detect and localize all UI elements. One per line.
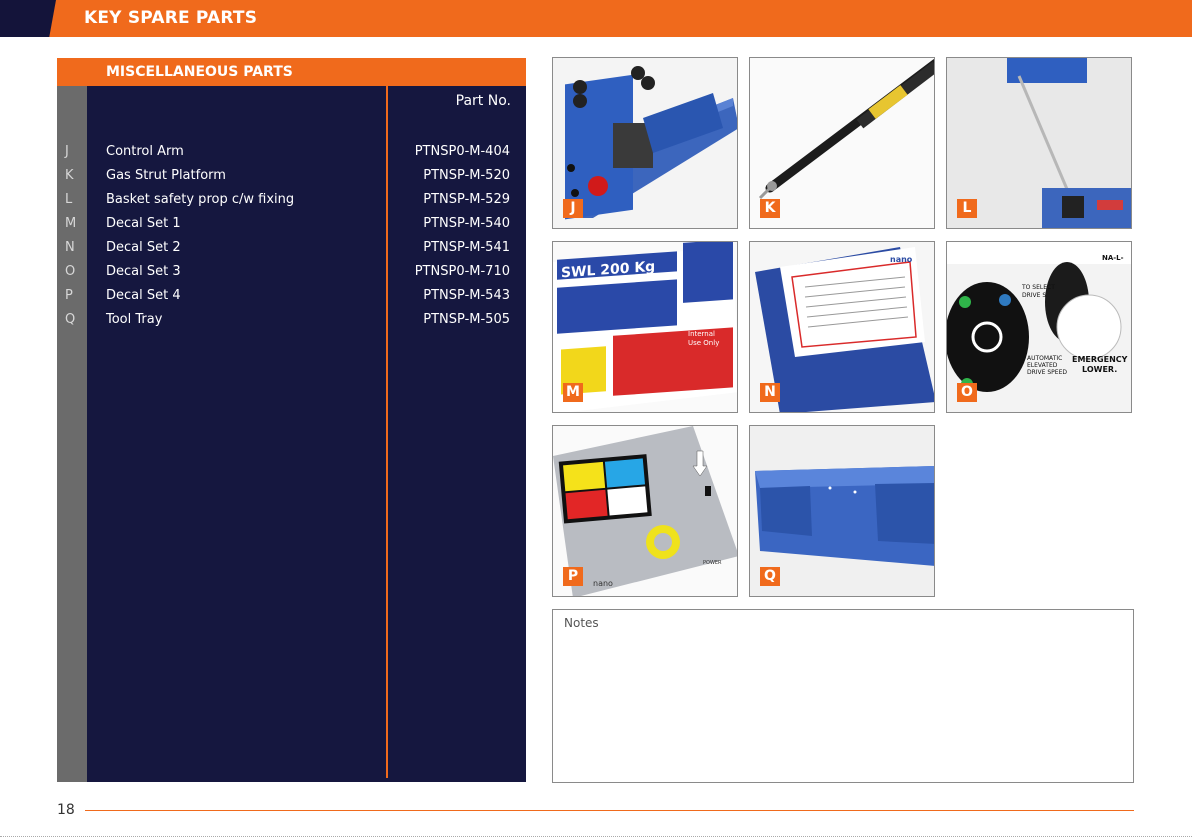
image-label-badge: M	[563, 383, 583, 402]
row-name: Basket safety prop c/w fixing	[106, 192, 295, 207]
image-gas-strut: K	[749, 57, 935, 229]
decal-internal-text: Internal	[688, 330, 715, 338]
decal-to-select-text: TO SELECT	[1021, 284, 1055, 291]
row-letter: O	[65, 264, 76, 279]
row-letter: N	[65, 240, 75, 255]
table-row: N Decal Set 2 PTNSP-M-541	[57, 240, 526, 264]
decal-brand-text: nano	[890, 255, 913, 264]
row-letter: L	[65, 192, 73, 207]
row-name: Decal Set 3	[106, 264, 181, 279]
header-tab	[0, 0, 56, 37]
row-part-number: PTNSP0-M-404	[414, 144, 510, 159]
table-row: K Gas Strut Platform PTNSP-M-520	[57, 168, 526, 192]
decal-drive-speed-text: DRIVE SPEED	[1027, 369, 1067, 376]
parts-table: MISCELLANEOUS PARTS Part No. J Control A…	[57, 58, 526, 782]
table-row: Q Tool Tray PTNSP-M-505	[57, 312, 526, 336]
table-row: P Decal Set 4 PTNSP-M-543	[57, 288, 526, 312]
decal-lower-text: LOWER.	[1082, 365, 1117, 374]
part-number-header: Part No.	[455, 93, 511, 109]
page-number: 18	[57, 802, 75, 818]
image-safety-prop: L	[946, 57, 1132, 229]
decal-use-only-text: Use Only	[688, 339, 719, 347]
row-letter: Q	[65, 312, 76, 327]
row-letter: K	[65, 168, 74, 183]
row-name: Tool Tray	[106, 312, 163, 327]
row-part-number: PTNSP-M-543	[423, 288, 510, 303]
image-tool-tray: Q	[749, 425, 935, 597]
row-part-number: PTNSP-M-529	[423, 192, 510, 207]
notes-label: Notes	[564, 616, 599, 630]
decal-nal-text: NA-L-	[1102, 254, 1124, 262]
decal-automatic-text: AUTOMATIC	[1027, 355, 1062, 362]
row-name: Decal Set 4	[106, 288, 181, 303]
decal-drive-text: DRIVE S	[1022, 292, 1046, 299]
image-label-badge: J	[563, 199, 583, 218]
row-name: Decal Set 2	[106, 240, 181, 255]
image-decal-set-3: EMERGENCY LOWER. TO SELECT DRIVE S AUTOM…	[946, 241, 1132, 413]
decal-emergency-text: EMERGENCY	[1072, 355, 1128, 364]
table-row: M Decal Set 1 PTNSP-M-540	[57, 216, 526, 240]
image-label-badge: N	[760, 383, 780, 402]
row-letter: J	[65, 144, 69, 159]
row-part-number: PTNSP-M-541	[423, 240, 510, 255]
row-letter: P	[65, 288, 73, 303]
row-part-number: PTNSP-M-505	[423, 312, 510, 327]
page-bottom-edge	[0, 836, 1192, 837]
row-name: Decal Set 1	[106, 216, 181, 231]
image-label-badge: L	[957, 199, 977, 218]
image-label-badge: K	[760, 199, 780, 218]
table-row: L Basket safety prop c/w fixing PTNSP-M-…	[57, 192, 526, 216]
decal-brand-text: nano	[593, 579, 613, 588]
image-label-badge: O	[957, 383, 977, 402]
row-part-number: PTNSP0-M-710	[414, 264, 510, 279]
footer-rule	[85, 810, 1134, 811]
table-header: MISCELLANEOUS PARTS	[57, 58, 526, 86]
row-letter: M	[65, 216, 77, 231]
decal-elevated-text: ELEVATED	[1027, 362, 1058, 369]
notes-box[interactable]: Notes	[552, 609, 1134, 783]
table-row: J Control Arm PTNSP0-M-404	[57, 144, 526, 168]
row-part-number: PTNSP-M-540	[423, 216, 510, 231]
image-label-badge: Q	[760, 567, 780, 586]
page-header: KEY SPARE PARTS	[0, 0, 1192, 37]
row-name: Control Arm	[106, 144, 184, 159]
image-decal-set-4: POWER nano P	[552, 425, 738, 597]
decal-power-text: POWER	[703, 560, 722, 566]
table-row: O Decal Set 3 PTNSP0-M-710	[57, 264, 526, 288]
page-title: KEY SPARE PARTS	[84, 8, 258, 28]
row-name: Gas Strut Platform	[106, 168, 226, 183]
table-title: MISCELLANEOUS PARTS	[106, 64, 293, 80]
image-decal-set-2: nano N	[749, 241, 935, 413]
image-decal-set-1: SWL 200 Kg Internal Use Only M	[552, 241, 738, 413]
image-control-arm: J	[552, 57, 738, 229]
image-label-badge: P	[563, 567, 583, 586]
row-part-number: PTNSP-M-520	[423, 168, 510, 183]
